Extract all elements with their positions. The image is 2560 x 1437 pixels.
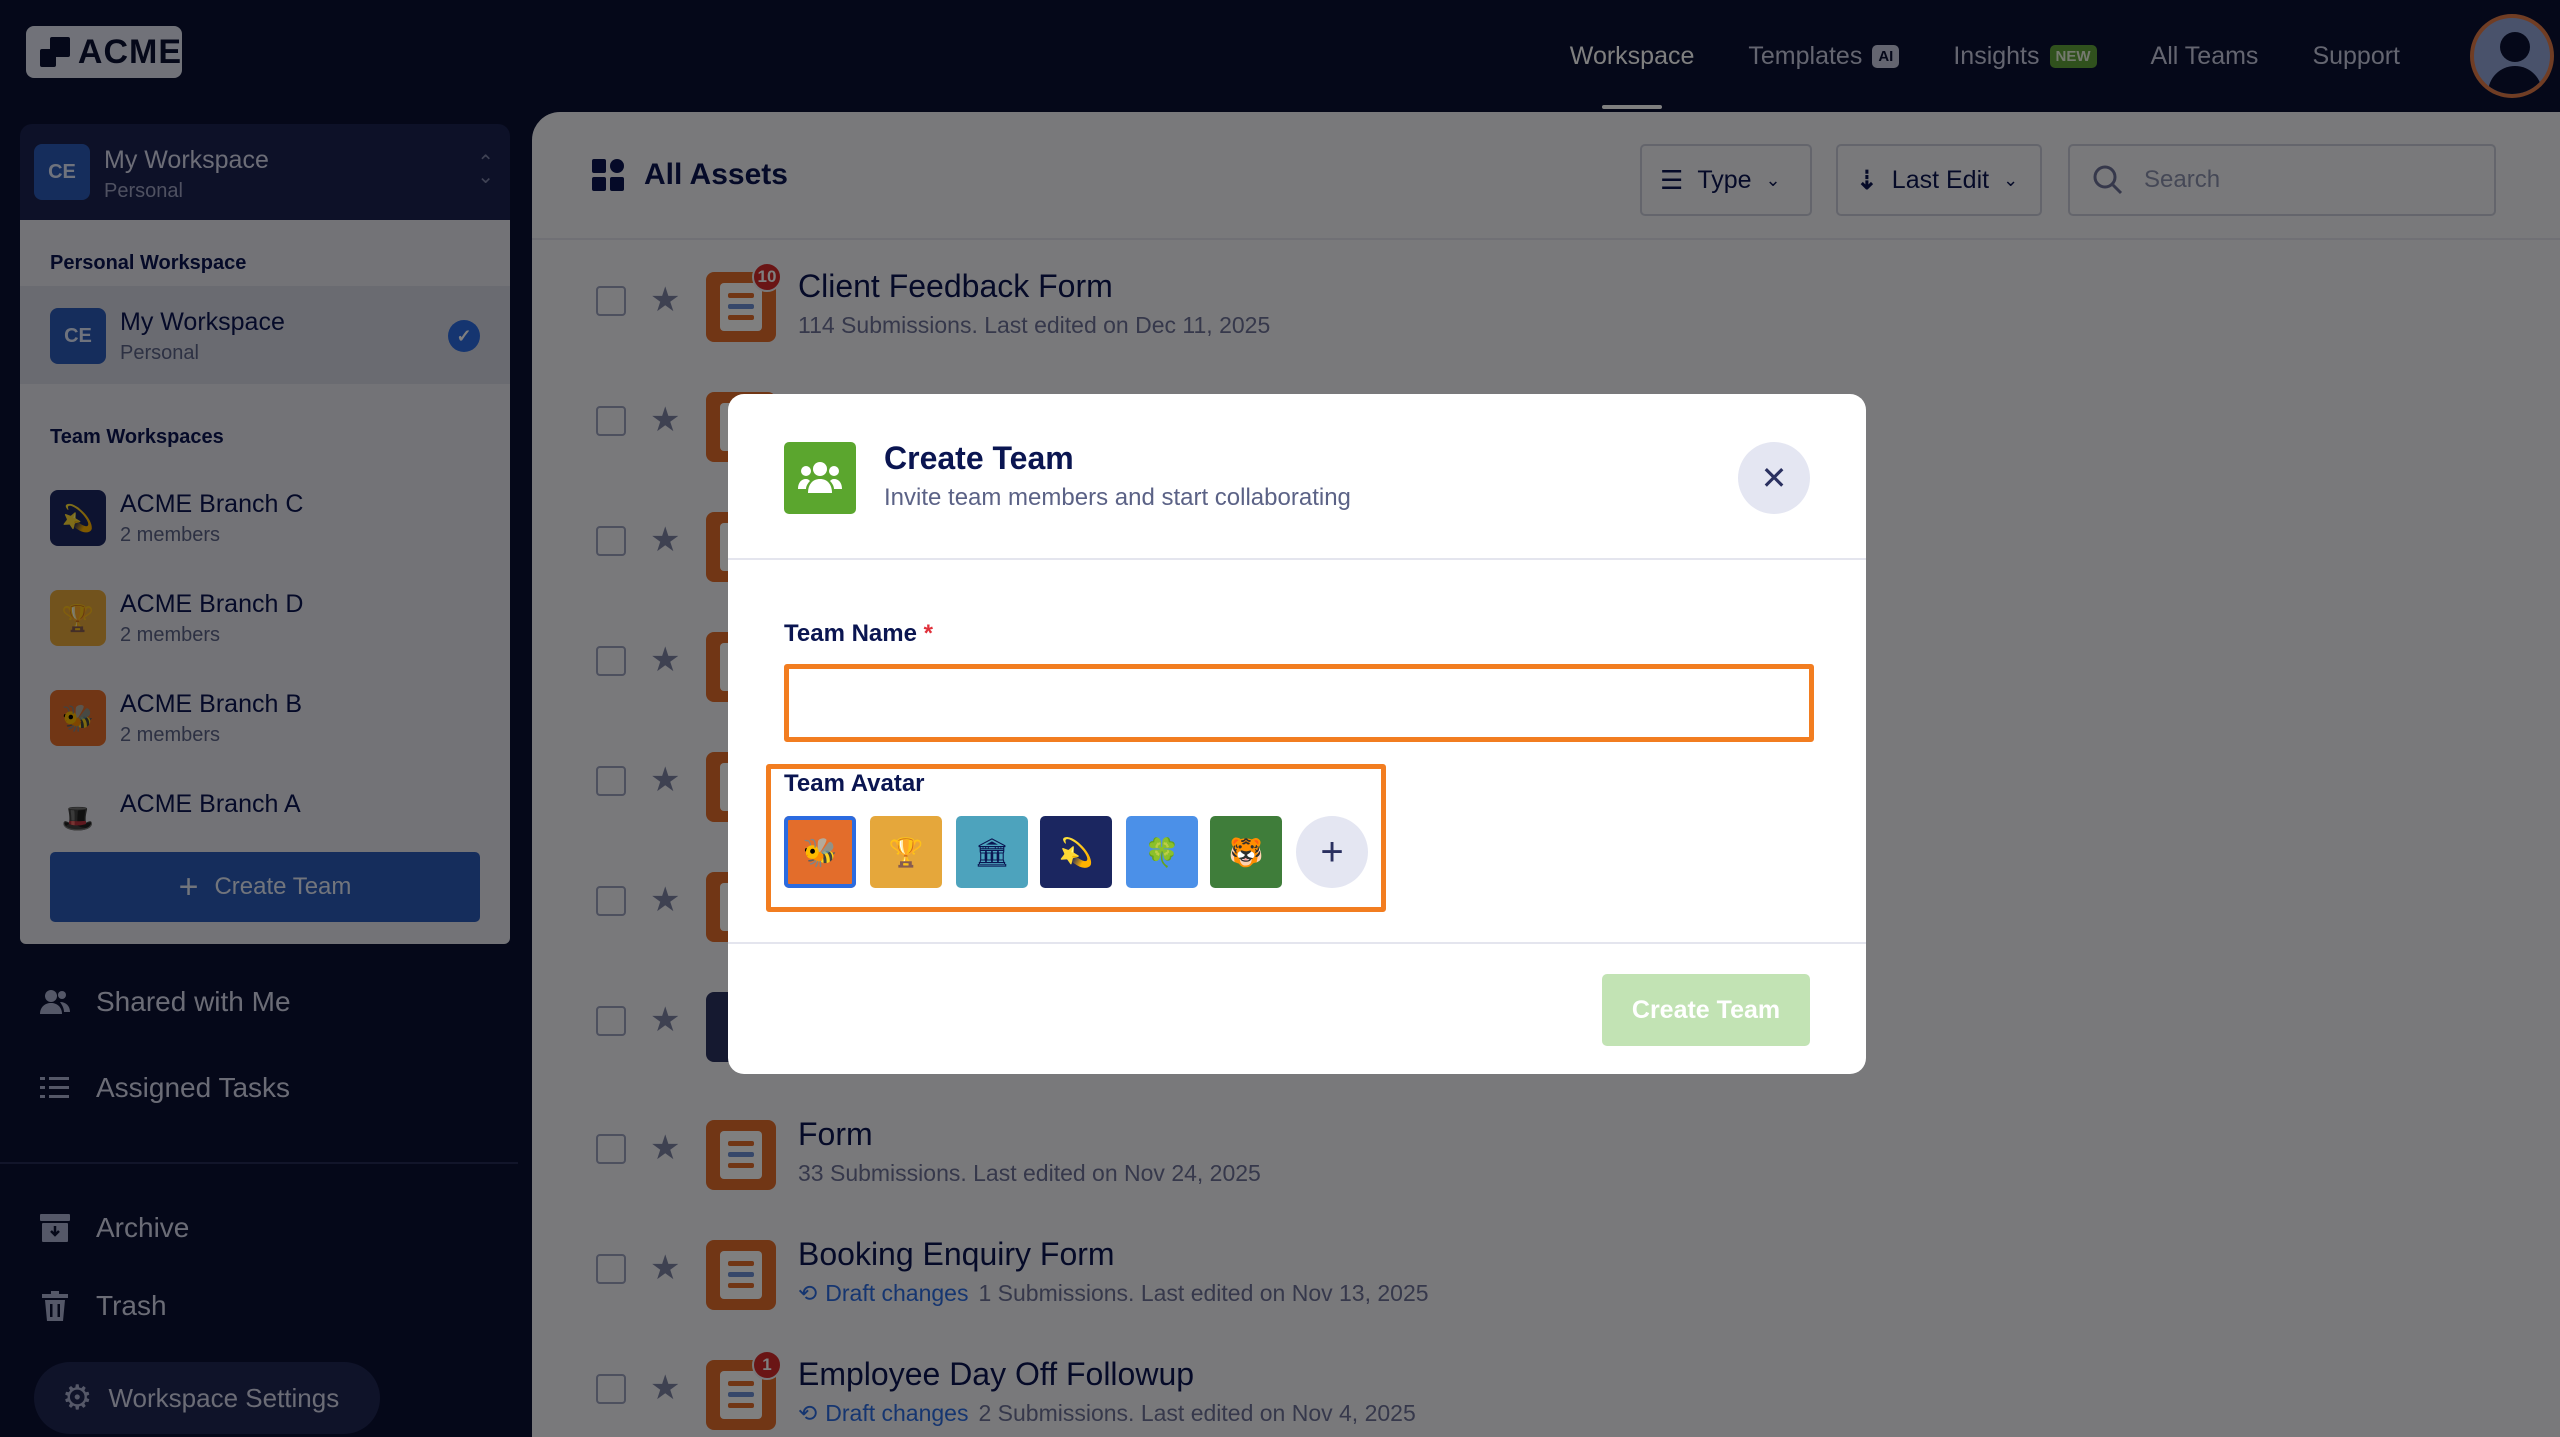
trophy-icon: 🏆	[888, 836, 924, 868]
comet-icon: 💫	[1058, 836, 1094, 868]
avatar-option-comet[interactable]: 💫	[1040, 816, 1112, 888]
avatar-option-tiger[interactable]: 🐯	[1210, 816, 1282, 888]
modal-header: Create Team Invite team members and star…	[728, 394, 1866, 560]
avatar-option-clover[interactable]: 🍀	[1126, 816, 1198, 888]
avatar-option-bank[interactable]: 🏛	[956, 816, 1028, 888]
plus-icon: +	[1320, 829, 1344, 874]
team-icon	[784, 442, 856, 514]
tiger-icon: 🐯	[1228, 836, 1264, 868]
create-team-button[interactable]: Create Team	[1602, 974, 1810, 1046]
clover-icon: 🍀	[1144, 836, 1180, 868]
bee-icon: 🐝	[802, 836, 838, 868]
create-team-modal: Create Team Invite team members and star…	[728, 394, 1866, 1074]
close-icon[interactable]: ✕	[1738, 442, 1810, 514]
modal-subtitle: Invite team members and start collaborat…	[884, 484, 1351, 511]
avatar-option-trophy[interactable]: 🏆	[870, 816, 942, 888]
modal-footer: Create Team	[728, 942, 1866, 1074]
team-name-label: Team Name *	[784, 620, 933, 648]
team-avatar-label: Team Avatar	[784, 770, 925, 797]
bank-icon: 🏛	[974, 836, 1010, 868]
required-mark: *	[923, 620, 933, 647]
avatar-option-bee[interactable]: 🐝	[784, 816, 856, 888]
label-text: Team Name	[784, 620, 917, 647]
add-avatar-button[interactable]: +	[1296, 816, 1368, 888]
modal-title: Create Team	[884, 440, 1074, 476]
team-name-input[interactable]	[784, 664, 1814, 742]
